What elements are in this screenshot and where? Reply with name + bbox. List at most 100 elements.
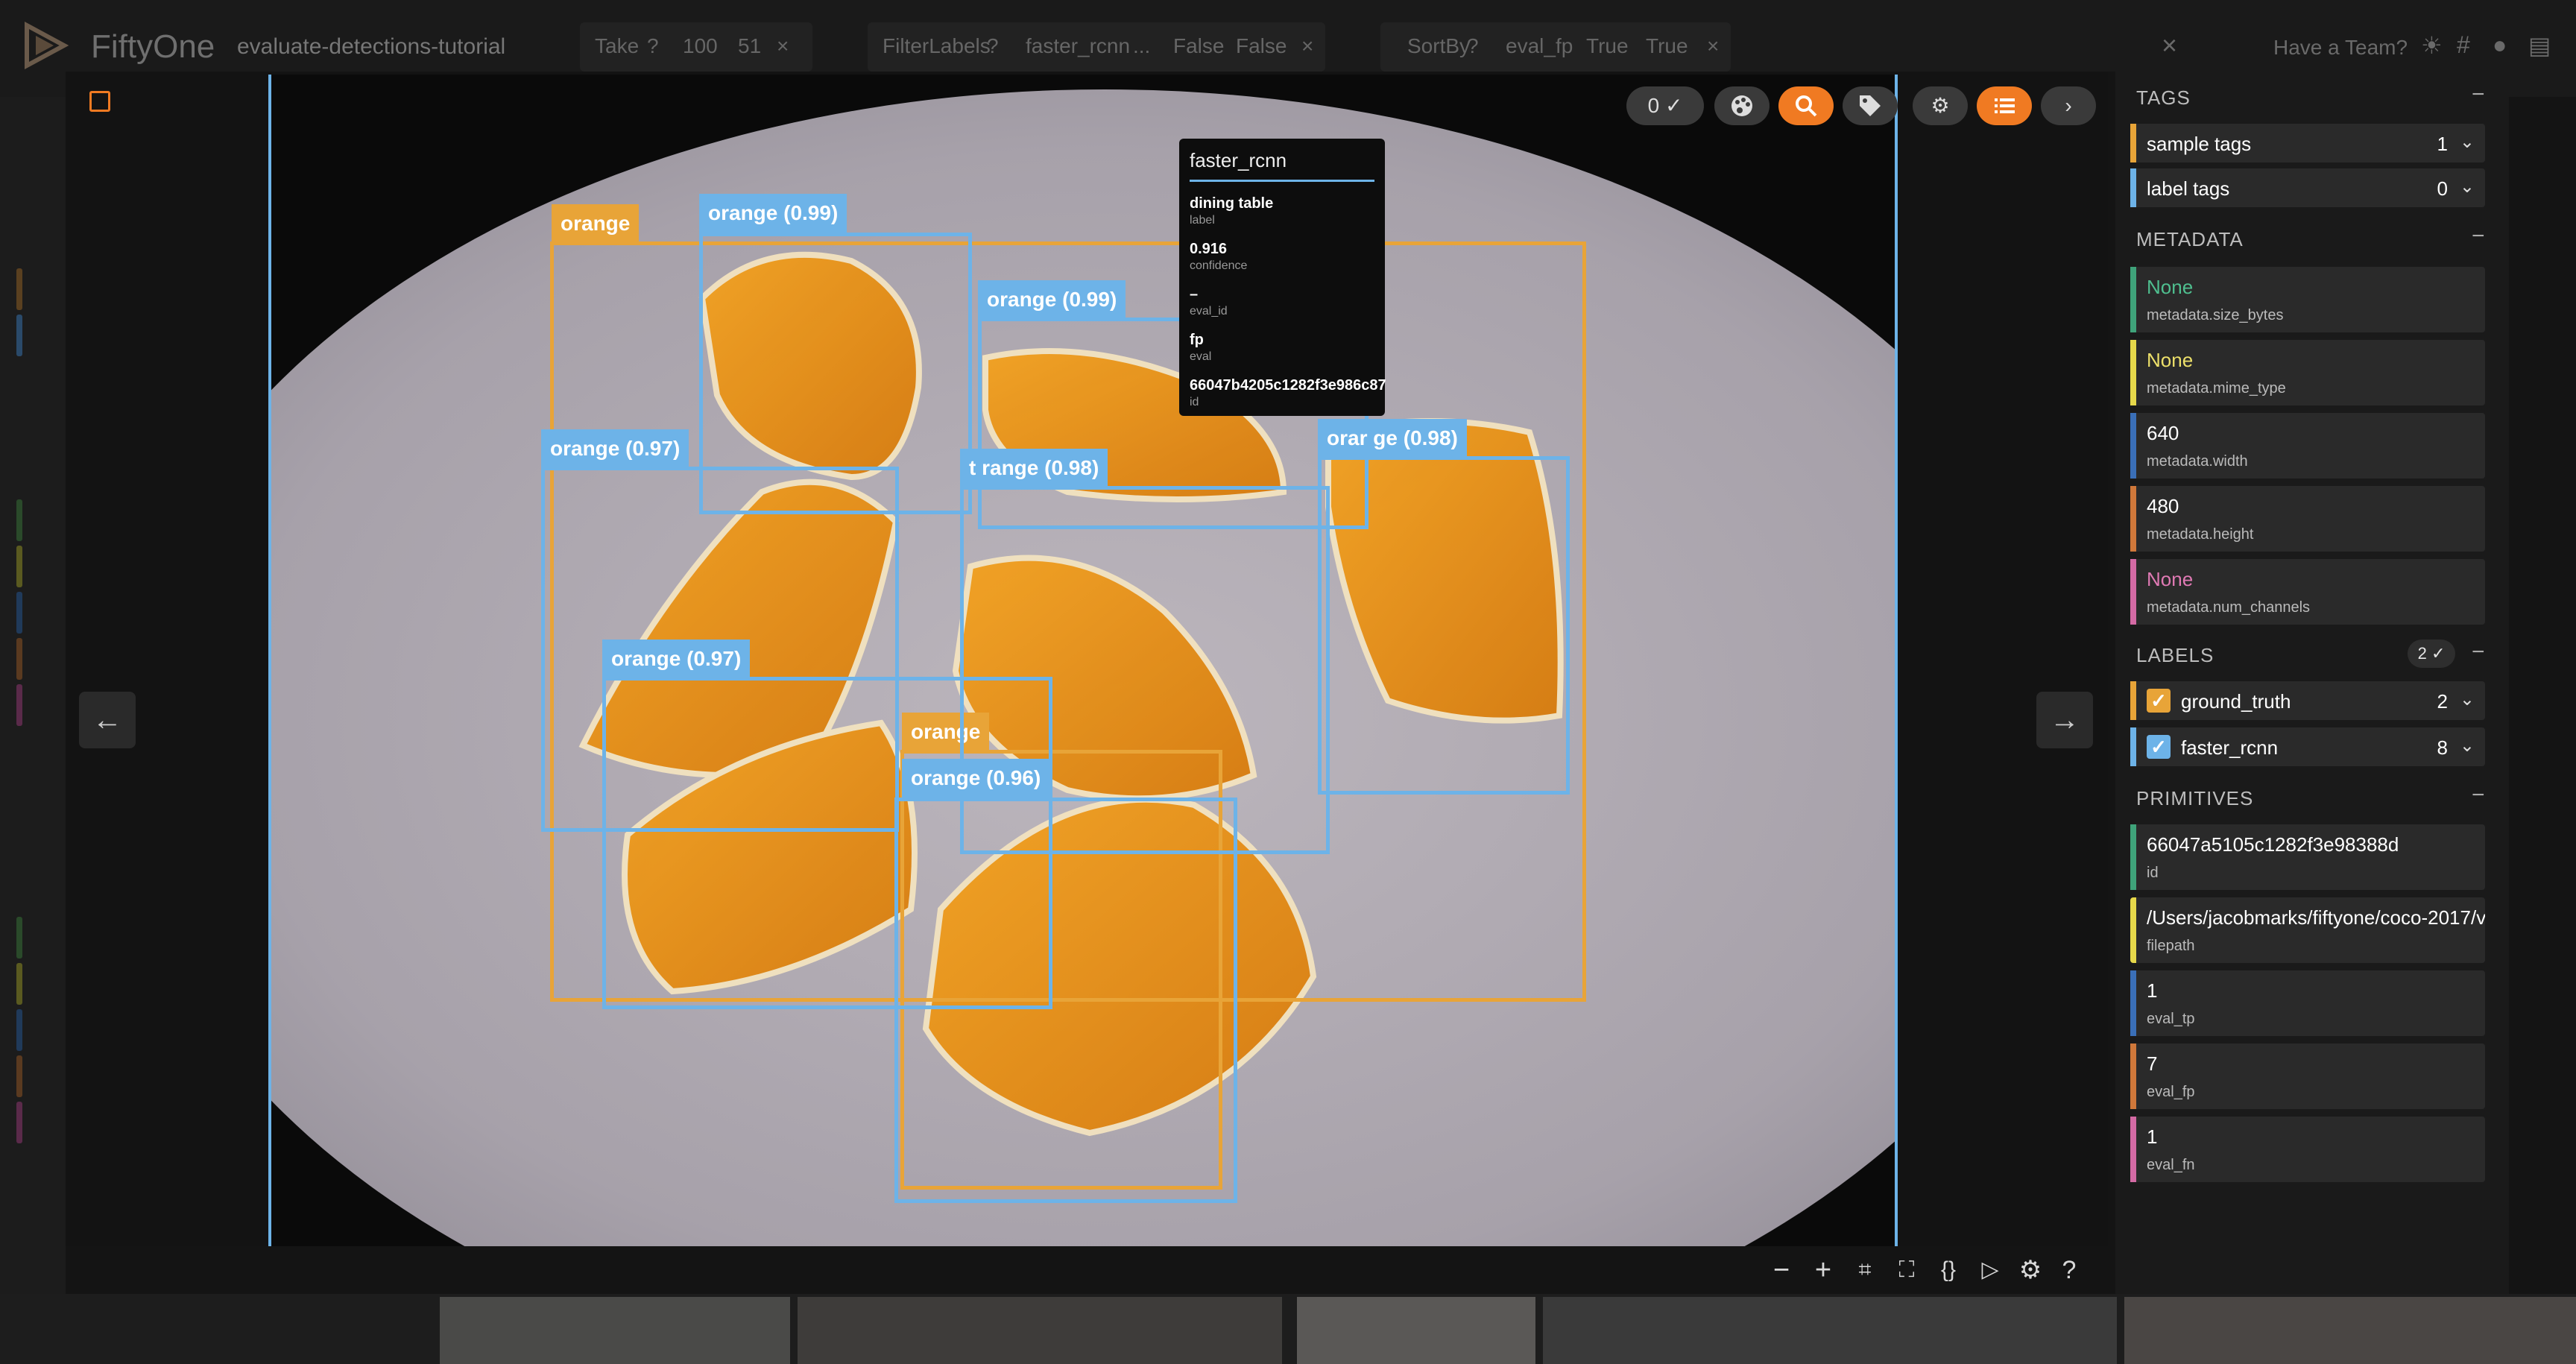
chevron-down-icon[interactable]: ⌄ xyxy=(2460,131,2475,153)
field-key: eval_fn xyxy=(2147,1157,2195,1173)
field-value: None xyxy=(2147,276,2194,298)
item-label: faster_rcnn xyxy=(2181,736,2279,759)
section-title: METADATA xyxy=(2136,228,2244,250)
field-key: metadata.height xyxy=(2147,526,2254,543)
stage-param[interactable]: 100 xyxy=(683,34,718,58)
metadata-mime-type: None metadata.mime_type xyxy=(2130,340,2485,405)
detection-label[interactable]: orange xyxy=(552,204,640,243)
help-icon: ? xyxy=(647,34,659,57)
app-name: FiftyOne xyxy=(91,28,215,65)
field-value: None xyxy=(2147,568,2194,590)
section-title: TAGS xyxy=(2136,86,2191,109)
arrow-left-icon: ← xyxy=(92,704,122,736)
detection-label[interactable]: orange (0.99) xyxy=(699,194,847,233)
json-icon[interactable]: {} xyxy=(1931,1252,1966,1288)
grid-thumbnail xyxy=(1297,1297,1535,1364)
sidebar-item-label-tags[interactable]: label tags 0 ⌄ xyxy=(2130,168,2485,207)
collapse-button[interactable]: › xyxy=(2041,86,2096,125)
tooltip-key: confidence xyxy=(1190,259,1248,272)
sidebar-item-ground-truth[interactable]: ✓ ground_truth 2 ⌄ xyxy=(2130,681,2485,720)
github-icon[interactable]: ● xyxy=(2493,31,2507,59)
docs-icon[interactable]: ▤ xyxy=(2528,31,2551,60)
select-sample-checkbox[interactable] xyxy=(89,91,110,112)
stage-param[interactable]: 51 xyxy=(738,34,761,58)
sidebar-item-faster-rcnn[interactable]: ✓ faster_rcnn 8 ⌄ xyxy=(2130,727,2485,766)
sidebar-toggle-button[interactable] xyxy=(1977,86,2032,125)
fullscreen-icon[interactable]: ⛶ xyxy=(1889,1252,1925,1288)
stage-param[interactable]: False xyxy=(1236,34,1287,58)
stage-param[interactable]: ... xyxy=(1133,34,1150,58)
zoom-in-icon[interactable]: + xyxy=(1805,1252,1841,1288)
prediction-box[interactable] xyxy=(1318,456,1570,795)
labels-selected-badge[interactable]: 2 ✓ xyxy=(2408,640,2455,668)
view-stage-filterlabels[interactable]: FilterLabels ? faster_rcnn ... False Fal… xyxy=(868,22,1325,72)
stage-param[interactable]: eval_fp xyxy=(1506,34,1573,58)
chevron-down-icon[interactable]: ⌄ xyxy=(2460,689,2475,710)
metadata-size-bytes: None metadata.size_bytes xyxy=(2130,267,2485,332)
selected-labels-button[interactable]: 0 ✓ xyxy=(1626,86,1704,125)
label-icon[interactable]: ▷ xyxy=(1972,1252,2008,1288)
check-icon: ✓ xyxy=(2431,644,2446,663)
chevron-down-icon[interactable]: ⌄ xyxy=(2460,735,2475,757)
help-icon[interactable]: ? xyxy=(2051,1252,2087,1288)
detection-label[interactable]: orange (0.96) xyxy=(902,759,1050,798)
gear-icon[interactable]: ⚙ xyxy=(2012,1252,2048,1288)
detection-label[interactable]: orar ge (0.98) xyxy=(1318,419,1467,458)
grid-thumbnail xyxy=(798,1297,1282,1364)
chevron-down-icon[interactable]: ⌄ xyxy=(2460,176,2475,198)
theme-icon[interactable]: ☀ xyxy=(2421,31,2443,60)
help-icon: ? xyxy=(1467,34,1479,57)
collapse-section-icon[interactable]: − xyxy=(2472,224,2485,249)
next-sample-button[interactable]: → xyxy=(2036,692,2093,748)
list-icon xyxy=(1995,98,2015,113)
previous-sample-button[interactable]: ← xyxy=(79,692,136,748)
stage-param[interactable]: True xyxy=(1586,34,1629,58)
settings-button[interactable]: ⚙ xyxy=(1913,86,1968,125)
tag-button[interactable] xyxy=(1843,86,1898,125)
tag-icon xyxy=(1860,95,1881,116)
sample-image[interactable]: orange orange orange (0.99) orange (0.99… xyxy=(270,75,1896,1246)
stage-param[interactable]: True xyxy=(1646,34,1688,58)
metadata-width: 640 metadata.width xyxy=(2130,413,2485,479)
view-stage-sortby[interactable]: SortBy ? eval_fp True True × xyxy=(1380,22,1731,72)
item-label: ground_truth xyxy=(2181,690,2291,713)
stage-param[interactable]: faster_rcnn xyxy=(1026,34,1130,58)
detection-label[interactable]: orange (0.99) xyxy=(978,280,1126,319)
detection-label[interactable]: orange (0.97) xyxy=(541,429,689,468)
prediction-box[interactable] xyxy=(894,798,1237,1203)
close-icon[interactable]: × xyxy=(777,34,789,58)
color-bar xyxy=(2130,727,2136,766)
field-value: 7 xyxy=(2147,1052,2158,1075)
detection-label[interactable]: t range (0.98) xyxy=(960,449,1108,487)
close-icon[interactable]: × xyxy=(1707,34,1719,58)
clear-view-icon[interactable]: × xyxy=(2162,30,2177,61)
field-key: metadata.width xyxy=(2147,453,2248,470)
slack-icon[interactable]: # xyxy=(2457,31,2470,59)
collapse-section-icon[interactable]: − xyxy=(2472,82,2485,107)
background-sidebar xyxy=(0,97,67,1364)
sidebar-item-sample-tags[interactable]: sample tags 1 ⌄ xyxy=(2130,124,2485,162)
stage-name: FilterLabels xyxy=(883,34,991,57)
item-label: sample tags xyxy=(2147,133,2252,155)
zoom-out-icon[interactable]: − xyxy=(1764,1252,1799,1288)
fiftyone-logo[interactable] xyxy=(19,19,72,72)
ground-truth-checkbox[interactable]: ✓ xyxy=(2147,689,2171,713)
faster-rcnn-checkbox[interactable]: ✓ xyxy=(2147,735,2171,759)
collapse-section-icon[interactable]: − xyxy=(2472,640,2485,665)
color-palette-button[interactable] xyxy=(1714,86,1770,125)
close-icon[interactable]: × xyxy=(1301,34,1313,58)
crop-icon[interactable]: ⌗ xyxy=(1847,1252,1883,1288)
check-icon: ✓ xyxy=(1664,94,1683,117)
dataset-name[interactable]: evaluate-detections-tutorial xyxy=(237,34,505,60)
collapse-section-icon[interactable]: − xyxy=(2472,783,2485,808)
stage-param[interactable]: False xyxy=(1173,34,1224,58)
search-icon xyxy=(1796,95,1817,117)
field-key: eval_tp xyxy=(2147,1011,2195,1027)
search-button[interactable] xyxy=(1778,86,1834,125)
view-stage-take[interactable]: Take ? 100 51 × xyxy=(580,22,812,72)
detection-label[interactable]: orange (0.97) xyxy=(602,640,751,678)
field-key: metadata.size_bytes xyxy=(2147,307,2284,323)
field-value: None xyxy=(2147,349,2194,371)
item-count: 2 xyxy=(2437,690,2448,713)
team-link[interactable]: Have a Team? xyxy=(2273,36,2408,60)
